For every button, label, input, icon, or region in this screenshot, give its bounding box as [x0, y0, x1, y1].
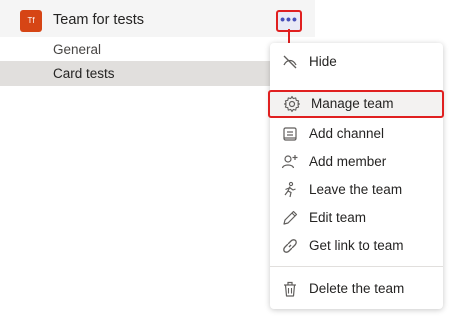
menu-item-label: Delete the team: [309, 281, 405, 296]
channel-label: General: [53, 42, 102, 57]
menu-item-leave-team[interactable]: Leave the team: [270, 176, 443, 204]
menu-item-delete-team[interactable]: Delete the team: [270, 275, 443, 303]
channel-general[interactable]: General: [0, 37, 315, 62]
menu-item-edit-team[interactable]: Edit team: [270, 204, 443, 232]
hide-icon: [283, 55, 297, 69]
menu-item-label: Edit team: [309, 210, 367, 225]
team-context-menu: Hide Manage team Add channel Add member: [268, 43, 444, 309]
menu-item-add-channel[interactable]: Add channel: [270, 120, 443, 148]
channel-icon: [283, 127, 297, 141]
menu-item-manage-team[interactable]: Manage team: [268, 90, 444, 118]
leave-icon: [284, 181, 296, 198]
gear-icon: [283, 95, 301, 113]
team-name[interactable]: Team for tests: [53, 12, 144, 28]
menu-item-label: Manage team: [311, 96, 394, 111]
add-person-icon: [281, 155, 298, 169]
pencil-icon: [283, 210, 298, 225]
menu-divider: [270, 266, 443, 267]
menu-item-label: Add channel: [309, 126, 385, 141]
link-icon: [283, 239, 297, 253]
menu-item-label: Add member: [309, 154, 387, 169]
channel-label: Card tests: [53, 66, 115, 81]
menu-item-label: Hide: [309, 54, 337, 69]
team-row[interactable]: Tf Team for tests •••: [0, 4, 315, 38]
team-avatar: Tf: [20, 10, 42, 32]
menu-item-label: Get link to team: [309, 238, 404, 253]
menu-item-label: Leave the team: [309, 182, 403, 197]
empty-list-area: [0, 86, 315, 324]
menu-item-add-member[interactable]: Add member: [270, 148, 443, 176]
trash-icon: [284, 281, 296, 297]
channel-card-tests[interactable]: Card tests: [0, 61, 315, 86]
menu-item-hide[interactable]: Hide: [270, 48, 443, 76]
menu-item-get-link[interactable]: Get link to team: [270, 232, 443, 260]
